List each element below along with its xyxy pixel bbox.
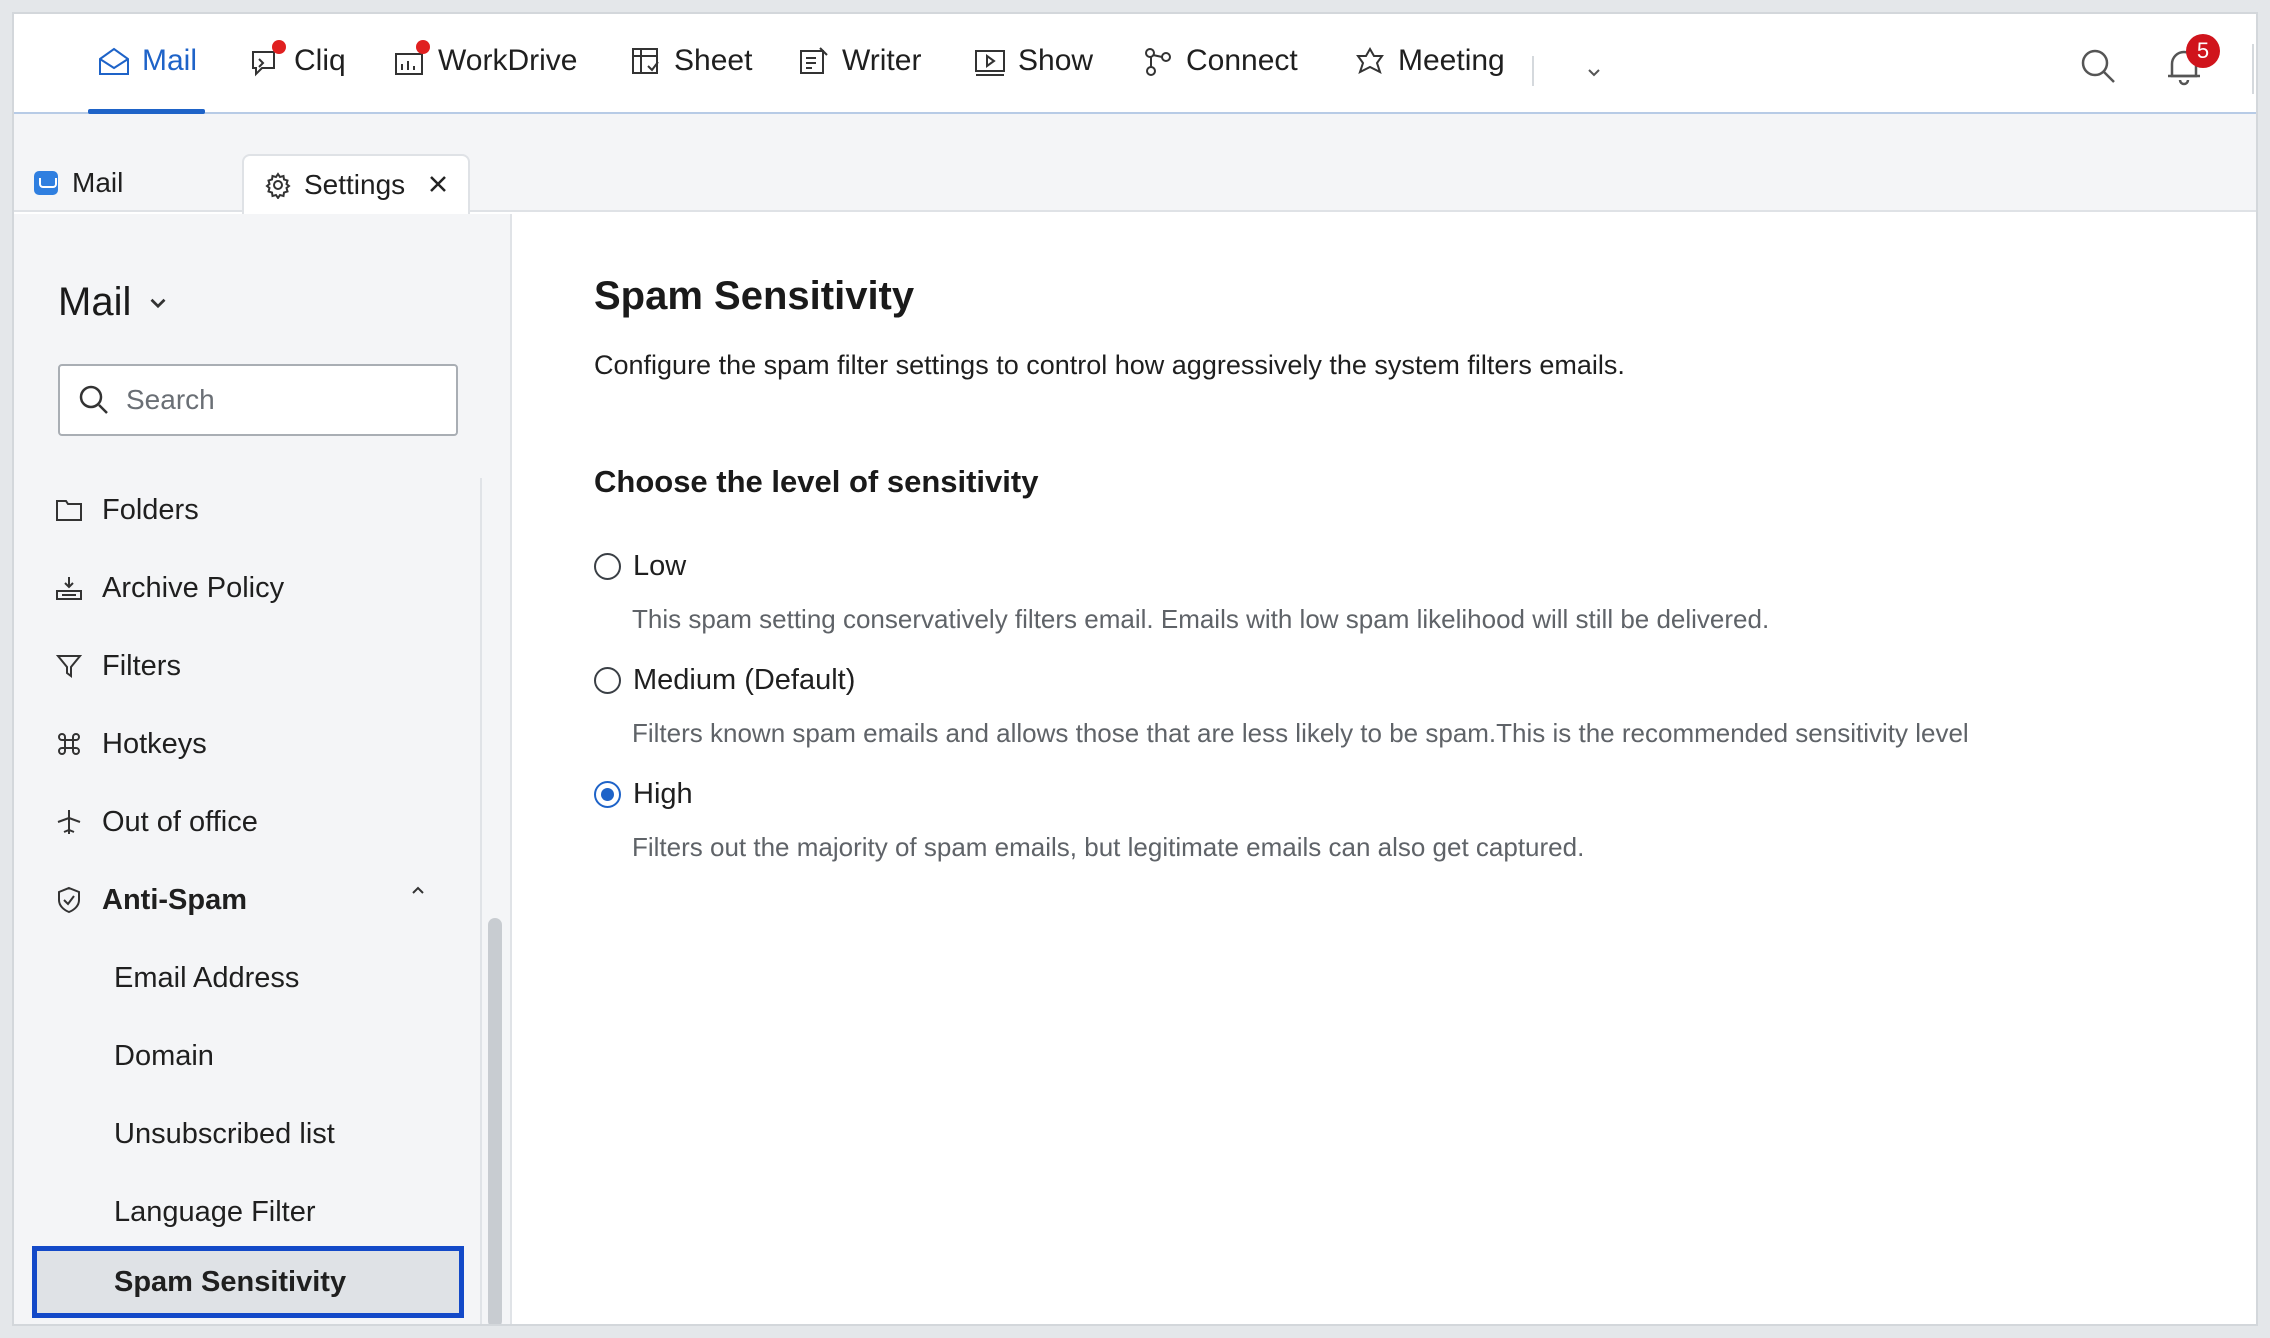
sidebar-subitem-label: Spam Sensitivity: [114, 1265, 347, 1298]
meeting-icon: [1352, 44, 1388, 80]
airplane-icon: [57, 810, 81, 834]
shield-check-icon: [58, 886, 80, 914]
folder-icon: [56, 500, 82, 521]
option-label: Low: [633, 550, 687, 582]
app-switcher-bar: Mail Cliq WorkDrive Sheet Writer Show Co…: [14, 14, 2256, 114]
app-label: Sheet: [674, 44, 753, 77]
sidebar-search: [58, 364, 458, 436]
writer-icon: [796, 44, 832, 80]
divider: [1532, 56, 1534, 86]
command-key-icon: [58, 733, 80, 755]
option-label: Medium (Default): [633, 664, 856, 696]
sidebar-title[interactable]: Mail: [58, 280, 171, 325]
app-label: Writer: [842, 44, 922, 77]
sidebar-item-out-of-office[interactable]: Out of office: [54, 796, 258, 848]
app-mail[interactable]: Mail: [87, 44, 206, 114]
connect-icon: [1140, 44, 1176, 80]
option-description: Filters out the majority of spam emails,…: [632, 832, 1585, 862]
sensitivity-option-low[interactable]: Low: [594, 550, 686, 583]
radio-high[interactable]: [594, 781, 621, 808]
sidebar-item-label: Folders: [102, 493, 199, 526]
gear-icon: [265, 172, 291, 199]
sidebar-item-filters[interactable]: Filters: [54, 640, 181, 692]
sidebar-title-text: Mail: [58, 280, 132, 324]
option-description: Filters known spam emails and allows tho…: [632, 718, 1969, 748]
option-description: This spam setting conservatively filters…: [632, 604, 1770, 634]
sidebar-subitem-label: Unsubscribed list: [114, 1117, 335, 1150]
sidebar-item-folders[interactable]: Folders: [54, 484, 199, 536]
close-icon[interactable]: [426, 172, 450, 196]
section-title: Choose the level of sensitivity: [594, 464, 1039, 499]
app-sheet[interactable]: Sheet: [628, 44, 752, 114]
sidebar-item-hotkeys[interactable]: Hotkeys: [54, 718, 207, 770]
page-title: Spam Sensitivity: [594, 274, 915, 318]
tab-settings[interactable]: Settings: [242, 154, 470, 214]
sidebar-subitem-language-filter[interactable]: Language Filter: [114, 1186, 316, 1238]
search-icon: [79, 385, 108, 414]
sidebar-subitem-label: Email Address: [114, 961, 300, 994]
sidebar-subitem-domain[interactable]: Domain: [114, 1030, 214, 1082]
archive-icon: [56, 577, 82, 600]
filter-icon: [55, 655, 83, 678]
radio-low[interactable]: [594, 553, 621, 580]
sensitivity-option-high[interactable]: High: [594, 778, 693, 811]
divider: [2252, 44, 2254, 94]
sidebar-subitem-spam-sensitivity[interactable]: Spam Sensitivity: [32, 1246, 464, 1318]
sidebar-item-label: Filters: [102, 649, 181, 682]
app-meeting[interactable]: Meeting: [1352, 44, 1505, 114]
app-label: Cliq: [294, 44, 346, 77]
mail-app-icon: [96, 44, 132, 80]
search-icon[interactable]: [2076, 44, 2120, 88]
sidebar-subitem-unsubscribed-list[interactable]: Unsubscribed list: [114, 1108, 335, 1160]
mail-tab-icon: [34, 171, 58, 195]
scrollbar-track: [480, 478, 482, 1324]
radio-medium[interactable]: [594, 667, 621, 694]
app-label: Show: [1018, 44, 1094, 77]
sidebar-subitem-label: Domain: [114, 1039, 214, 1072]
settings-content: Spam Sensitivity Configure the spam filt…: [514, 214, 2256, 1324]
app-connect[interactable]: Connect: [1140, 44, 1298, 114]
more-apps-chevron-down-icon[interactable]: [1582, 60, 1606, 84]
scrollbar-thumb[interactable]: [488, 918, 502, 1324]
tab-label: Mail: [72, 167, 124, 198]
sidebar-subitem-label: Language Filter: [114, 1195, 316, 1228]
notification-count-badge: 5: [2186, 34, 2220, 68]
app-label: Mail: [142, 44, 198, 77]
app-window: Mail Cliq WorkDrive Sheet Writer Show Co…: [12, 12, 2258, 1326]
sidebar-item-label: Hotkeys: [102, 727, 207, 760]
tab-mail[interactable]: Mail: [14, 154, 234, 212]
settings-sidebar: Mail Folders Archive Policy Filters Hotk…: [14, 214, 512, 1324]
sidebar-item-label: Archive Policy: [102, 571, 285, 604]
app-show[interactable]: Show: [972, 44, 1093, 114]
tab-bar: Mail Settings: [14, 114, 2256, 214]
app-cliq[interactable]: Cliq: [248, 40, 346, 114]
sidebar-item-archive-policy[interactable]: Archive Policy: [54, 562, 284, 614]
sidebar-item-label: Out of office: [102, 805, 258, 838]
sheet-icon: [628, 44, 664, 80]
app-label: Connect: [1186, 44, 1298, 77]
chevron-up-icon[interactable]: [407, 879, 429, 901]
option-label: High: [633, 778, 693, 810]
app-writer[interactable]: Writer: [796, 44, 921, 114]
sidebar-item-anti-spam[interactable]: Anti-Spam: [54, 874, 247, 926]
app-label: Meeting: [1398, 44, 1505, 77]
workdrive-icon: [392, 40, 430, 80]
chevron-down-icon: [150, 298, 166, 308]
tab-label: Settings: [304, 169, 406, 200]
search-input[interactable]: [126, 384, 426, 416]
page-description: Configure the spam filter settings to co…: [594, 350, 1625, 380]
show-icon: [972, 44, 1008, 80]
app-label: WorkDrive: [438, 44, 578, 77]
sensitivity-option-medium[interactable]: Medium (Default): [594, 664, 855, 697]
sidebar-item-label: Anti-Spam: [102, 883, 247, 916]
sidebar-subitem-email-address[interactable]: Email Address: [114, 952, 299, 1004]
app-workdrive[interactable]: WorkDrive: [392, 40, 578, 114]
cliq-chat-icon: [248, 40, 286, 80]
